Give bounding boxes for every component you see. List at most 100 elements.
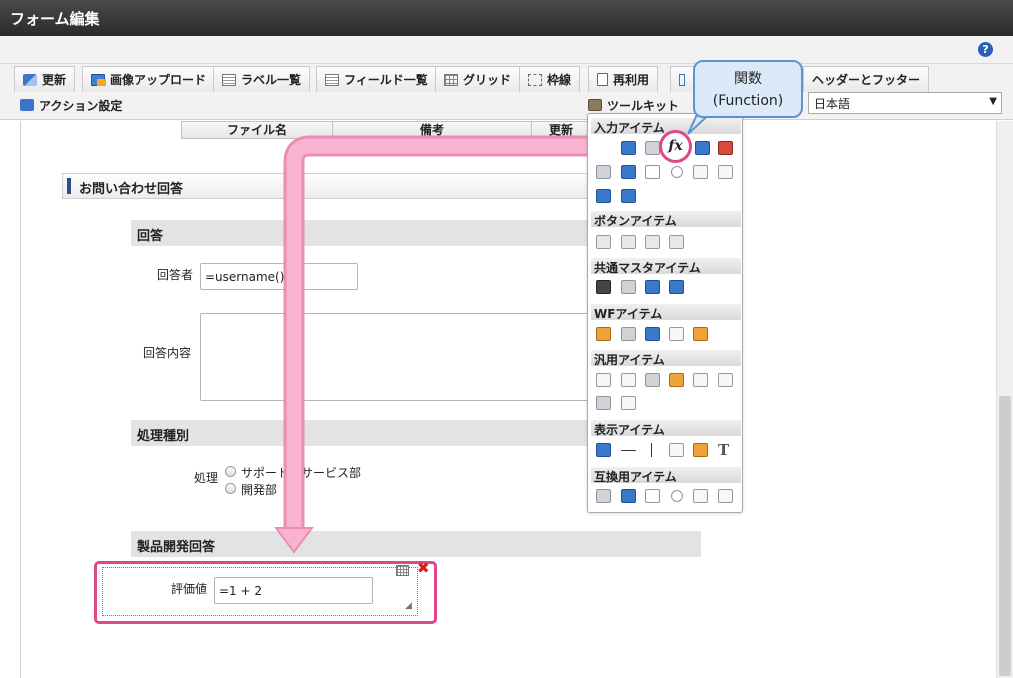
back-button-icon[interactable] (645, 235, 660, 249)
document-icon[interactable] (621, 373, 636, 387)
answer-content-label: 回答内容 (143, 346, 192, 360)
document-icon (597, 73, 608, 86)
file-down-icon[interactable] (718, 373, 733, 387)
hidden-tool-button[interactable] (670, 66, 694, 92)
list-box-icon[interactable] (621, 165, 636, 179)
group-icon[interactable] (669, 280, 684, 294)
list-box-icon[interactable] (621, 489, 636, 503)
column-header-notes[interactable]: 備考 (332, 121, 532, 139)
update-label: 更新 (42, 73, 67, 87)
evaluation-input[interactable]: =1 + 2 (214, 577, 373, 604)
multi-select-icon[interactable] (718, 489, 733, 503)
palette-compat-items[interactable]: 互換用アイテム (591, 467, 741, 484)
palette-display-items[interactable]: 表示アイテム (591, 420, 741, 437)
attachment-icon[interactable] (621, 327, 636, 341)
toolkit-palette: 入力アイテム ボタンアイテム 共通マスタアイテム WFアイテム 汎用アイテム 表… (587, 113, 743, 513)
reuse-button[interactable]: 再利用 (588, 66, 659, 92)
scrollbar-thumb[interactable] (999, 396, 1011, 676)
file-upload-icon[interactable] (596, 189, 611, 203)
grid-table-icon[interactable] (621, 141, 636, 155)
return-button-icon[interactable] (669, 235, 684, 249)
display-label-icon[interactable] (596, 443, 611, 457)
header-footer-button[interactable]: ヘッダーとフッター (803, 66, 930, 92)
display-image-icon[interactable] (693, 443, 708, 457)
radio-button-icon[interactable] (671, 490, 683, 502)
label-field-icon[interactable] (596, 373, 611, 387)
radio-development[interactable] (225, 483, 236, 494)
table-input-icon[interactable] (621, 189, 636, 203)
update-button[interactable]: 更新 (14, 66, 76, 92)
toolkit-label: ツールキット (607, 98, 680, 113)
chevron-down-icon: ▼ (989, 96, 997, 107)
upload-icon[interactable] (669, 373, 684, 387)
select-list-icon[interactable] (693, 489, 708, 503)
field-list-button[interactable]: フィールド一覧 (316, 66, 437, 92)
column-header-updated[interactable]: 更新 (531, 121, 591, 139)
frame-label: 枠線 (547, 73, 572, 87)
checkbox-icon[interactable] (645, 489, 660, 503)
panel-icon[interactable] (596, 396, 611, 410)
list-icon (325, 73, 339, 86)
document-icon (679, 73, 685, 86)
history-icon[interactable] (669, 327, 684, 341)
window-title: フォーム編集 (0, 0, 1013, 36)
label-list-button[interactable]: ラベル一覧 (213, 66, 311, 92)
grid-label: グリッド (463, 73, 512, 87)
frame-button[interactable]: 枠線 (519, 66, 581, 92)
vertical-line-icon[interactable] (651, 443, 652, 457)
select-list-icon[interactable] (693, 165, 708, 179)
callout-title: 関数 (734, 71, 762, 87)
text-tool-icon[interactable]: T (718, 441, 733, 459)
grid-button[interactable]: グリッド (435, 66, 521, 92)
image-upload-button[interactable]: 画像アップロード (82, 66, 216, 92)
image-card-icon[interactable] (621, 396, 636, 410)
submit-button-icon[interactable] (596, 235, 611, 249)
organization-icon[interactable] (645, 280, 660, 294)
checkbox-icon[interactable] (645, 165, 660, 179)
toolbox-icon (588, 99, 602, 111)
clipboard-icon[interactable] (596, 327, 611, 341)
date-time-icon[interactable] (718, 141, 733, 155)
action-settings-button[interactable]: アクション設定 (14, 92, 128, 118)
image-upload-label: 画像アップロード (110, 73, 207, 87)
list-icon (222, 73, 236, 86)
image-item-icon[interactable] (645, 327, 660, 341)
close-icon[interactable]: ✖ (417, 561, 430, 576)
vertical-scrollbar[interactable] (996, 121, 1013, 678)
processing-label: 処理 (194, 471, 219, 485)
multi-select-icon[interactable] (718, 165, 733, 179)
horizontal-line-icon[interactable] (621, 450, 636, 451)
camera-icon[interactable] (645, 373, 660, 387)
calendar-icon[interactable] (695, 141, 710, 155)
palette-common-master-items[interactable]: 共通マスタアイテム (591, 258, 741, 275)
radio-support[interactable] (225, 466, 236, 477)
group-product-development: 製品開発回答 (131, 531, 701, 557)
combo-box-icon[interactable] (596, 489, 611, 503)
language-select[interactable]: 日本語 ▼ (808, 92, 1002, 114)
forward-button-icon[interactable] (621, 235, 636, 249)
user-icon[interactable] (596, 280, 611, 294)
text-field-icon[interactable] (645, 141, 660, 155)
language-value: 日本語 (814, 97, 851, 111)
column-header-filename[interactable]: ファイル名 (181, 121, 333, 139)
grid-icon (444, 73, 458, 86)
radio-development-label: 開発部 (241, 483, 278, 497)
radio-button-icon[interactable] (671, 166, 683, 178)
help-icon[interactable]: ? (978, 42, 993, 57)
answer-content-textarea[interactable] (200, 313, 600, 401)
palette-button-items[interactable]: ボタンアイテム (591, 211, 741, 228)
grid-icon[interactable] (396, 565, 409, 576)
help-bar: ? (0, 36, 1013, 64)
combo-box-icon[interactable] (596, 165, 611, 179)
resize-handle-icon[interactable]: ◢ (405, 601, 412, 611)
radio-support-label: サポート・サービス部 (241, 466, 362, 480)
building-icon[interactable] (621, 280, 636, 294)
reuse-label: 再利用 (613, 73, 650, 87)
palette-general-items[interactable]: 汎用アイテム (591, 350, 741, 367)
palette-wf-items[interactable]: WFアイテム (591, 304, 741, 321)
answerer-input[interactable]: =username() (200, 263, 358, 290)
field-list-label: フィールド一覧 (344, 73, 428, 87)
rectangle-icon[interactable] (669, 443, 684, 457)
file-up-icon[interactable] (693, 373, 708, 387)
stamp-icon[interactable] (693, 327, 708, 341)
